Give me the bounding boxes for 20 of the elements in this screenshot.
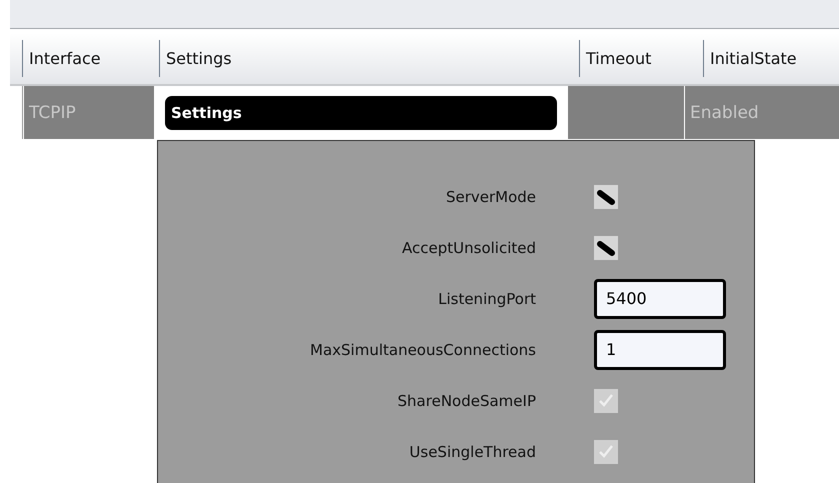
input-field[interactable]: 5400	[594, 278, 726, 318]
check-icon	[597, 442, 615, 460]
dash-icon	[597, 240, 615, 256]
column-header[interactable]: InitialState	[703, 40, 839, 77]
input-field[interactable]: 1	[594, 330, 726, 370]
column-header[interactable]: Interface	[22, 40, 159, 77]
column-header[interactable]: Timeout	[579, 40, 703, 77]
field-label: ServerMode	[444, 188, 536, 206]
checkbox[interactable]	[594, 184, 618, 208]
field-label: UseSingleThread	[408, 442, 536, 460]
check-icon	[597, 392, 615, 410]
dash-icon	[597, 188, 615, 204]
checkbox[interactable]	[594, 236, 618, 260]
field-label: MaxSimultaneousConnections	[309, 340, 536, 358]
table-cell: Enabled	[684, 86, 839, 139]
field-label: AcceptUnsolicited	[401, 238, 536, 256]
column-header[interactable]: Settings	[159, 40, 579, 77]
field-label: ShareNodeSameIP	[396, 392, 536, 410]
table-cell: TCPIP	[23, 86, 154, 139]
field-label: ListeningPort	[437, 290, 536, 308]
